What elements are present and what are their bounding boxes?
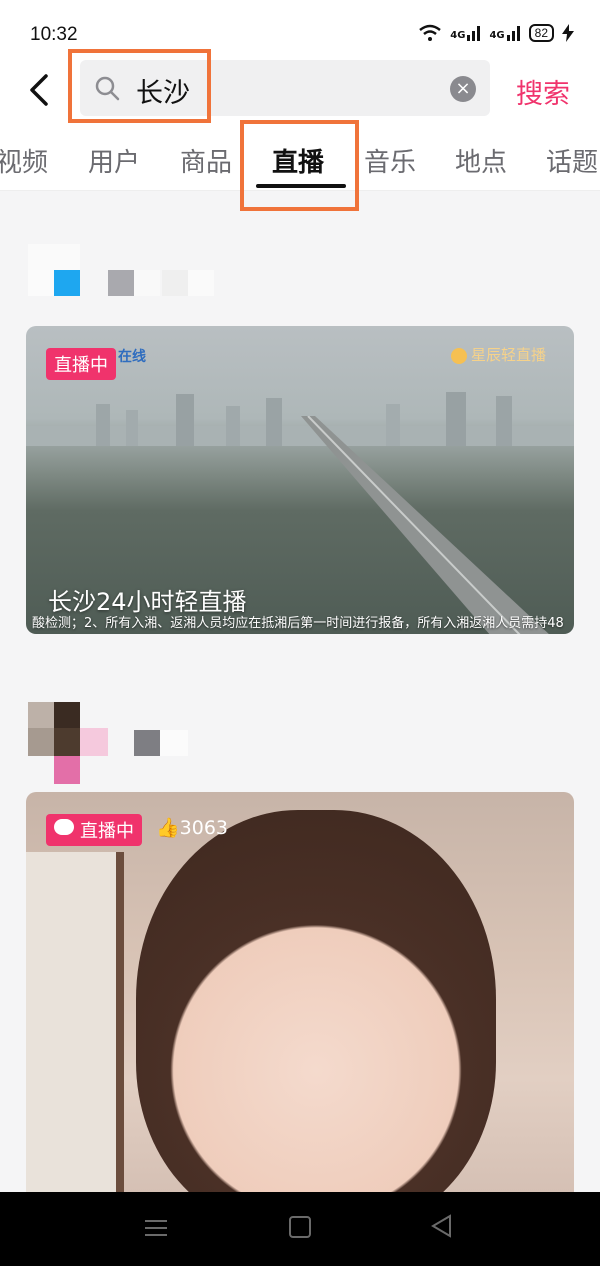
background-painting [26,852,124,1202]
live-card-2[interactable]: 直播中 👍3063 [26,792,574,1202]
wifi-icon [419,24,442,41]
tab-video[interactable]: 视频 [0,142,48,179]
search-button[interactable]: 搜索 [516,72,570,111]
search-highlight-box [68,49,211,123]
system-nav-bar [0,1192,600,1266]
status-time: 10:32 [30,24,78,45]
back-icon[interactable] [22,72,58,108]
cell-signal-2-icon: 4G [489,25,520,41]
tab-users[interactable]: 用户 [88,142,140,179]
channel-logo: 在线 [118,349,146,365]
nav-back-icon[interactable] [430,1214,452,1238]
status-icons: 4G 4G 82 [418,24,574,42]
tab-places[interactable]: 地点 [455,142,507,179]
battery-icon: 82 [528,24,554,42]
live-card-1[interactable]: 直播中 在线 星辰轻直播 长沙24小时轻直播 酸检测；2、所有入湘、返湘人员均应… [26,326,574,634]
streamer-photo [136,810,496,1202]
menu-icon[interactable] [145,1218,167,1238]
home-icon[interactable] [289,1216,311,1238]
tab-highlight-box [240,120,359,211]
tab-music[interactable]: 音乐 [364,142,416,179]
clear-icon[interactable]: × [450,76,476,102]
star-logo-icon [450,347,467,364]
tab-topics[interactable]: 话题 [546,142,598,179]
status-bar: 10:32 4G 4G 82 [0,0,600,56]
live-badge: 直播中 [46,814,142,846]
tab-goods[interactable]: 商品 [180,142,232,179]
charging-icon [562,24,574,42]
like-count: 👍3063 [156,817,229,839]
thumbs-up-icon: 👍 [156,817,180,839]
news-ticker: 酸检测；2、所有入湘、返湘人员均应在抵湘后第一时间进行报备，所有入湘返湘人员需持… [32,616,564,631]
bridge [301,416,549,634]
live-badge: 直播中 [46,348,116,380]
cell-signal-icon: 4G [450,25,481,41]
chat-bubble-icon [54,819,74,835]
brand-watermark: 星辰轻直播 [450,344,546,365]
